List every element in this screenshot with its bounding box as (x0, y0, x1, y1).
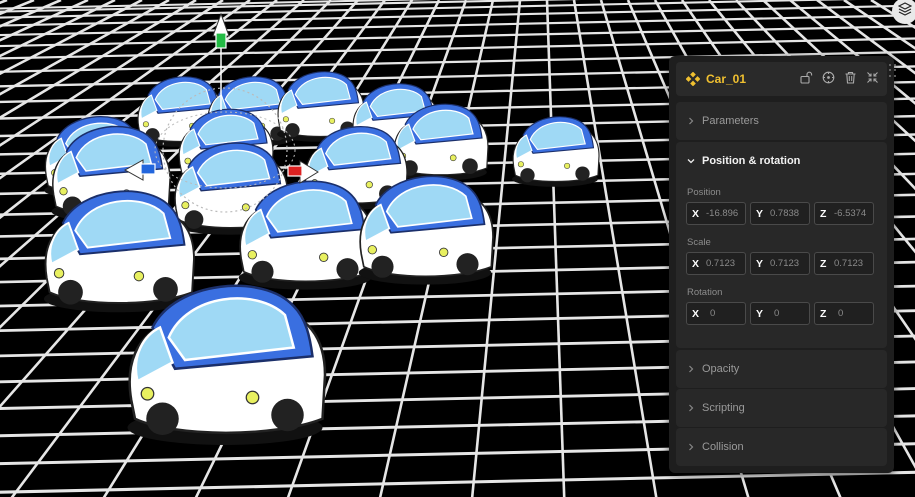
scale-label: Scale (687, 237, 711, 248)
layers-icon (897, 1, 913, 21)
section-position-rotation: Position & rotation Position X -16.896 Y0… (676, 142, 887, 348)
scale-z-field[interactable]: Z 0.7123 (814, 252, 874, 275)
car-model[interactable] (512, 116, 600, 187)
section-label: Scripting (702, 402, 745, 414)
object-header: Car_01 (676, 62, 887, 96)
object-name[interactable]: Car_01 (706, 72, 746, 86)
chevron-right-icon (686, 403, 696, 413)
chevron-right-icon (686, 116, 696, 126)
trash-icon[interactable] (844, 71, 857, 84)
section-scripting[interactable]: Scripting (676, 389, 887, 427)
component-diamond-icon (686, 72, 700, 86)
section-position-rotation-header[interactable]: Position & rotation (676, 142, 887, 180)
scale-x-value: 0.7123 (706, 258, 736, 269)
chevron-right-icon (686, 364, 696, 374)
chevron-right-icon (686, 442, 696, 452)
position-label: Position (687, 187, 721, 198)
layers-button[interactable] (892, 0, 915, 24)
rotation-x-field[interactable]: X0 (686, 302, 746, 325)
unlock-icon[interactable] (800, 71, 813, 84)
target-icon[interactable] (822, 71, 835, 84)
position-x-value: -16.896 (706, 208, 739, 219)
collapse-icon[interactable] (866, 71, 879, 84)
position-z-value: -6.5374 (834, 208, 867, 219)
section-label: Opacity (702, 363, 740, 375)
position-x-field[interactable]: X -16.896 (686, 202, 746, 225)
rotation-x-value: 0 (710, 308, 716, 319)
section-label: Parameters (702, 115, 759, 127)
section-collision[interactable]: Collision (676, 428, 887, 466)
chevron-down-icon (686, 156, 696, 166)
section-label: Collision (702, 441, 744, 453)
rotation-label: Rotation (687, 287, 723, 298)
section-parameters[interactable]: Parameters (676, 102, 887, 140)
position-y-value: 0.7838 (770, 208, 800, 219)
scale-x-field[interactable]: X 0.7123 (686, 252, 746, 275)
section-label: Position & rotation (702, 155, 801, 167)
car-instances[interactable] (43, 71, 600, 445)
panel-drag-handle[interactable] (889, 64, 897, 78)
rotation-y-value: 0 (774, 308, 780, 319)
rotation-y-field[interactable]: Y0 (750, 302, 810, 325)
scale-z-value: 0.7123 (834, 258, 864, 269)
rotation-z-field[interactable]: Z0 (814, 302, 874, 325)
scale-y-field[interactable]: Y 0.7123 (750, 252, 810, 275)
position-z-field[interactable]: Z -6.5374 (814, 202, 874, 225)
section-opacity[interactable]: Opacity (676, 350, 887, 388)
position-y-field[interactable]: Y 0.7838 (750, 202, 810, 225)
scale-y-value: 0.7123 (770, 258, 800, 269)
rotation-z-value: 0 (838, 308, 844, 319)
